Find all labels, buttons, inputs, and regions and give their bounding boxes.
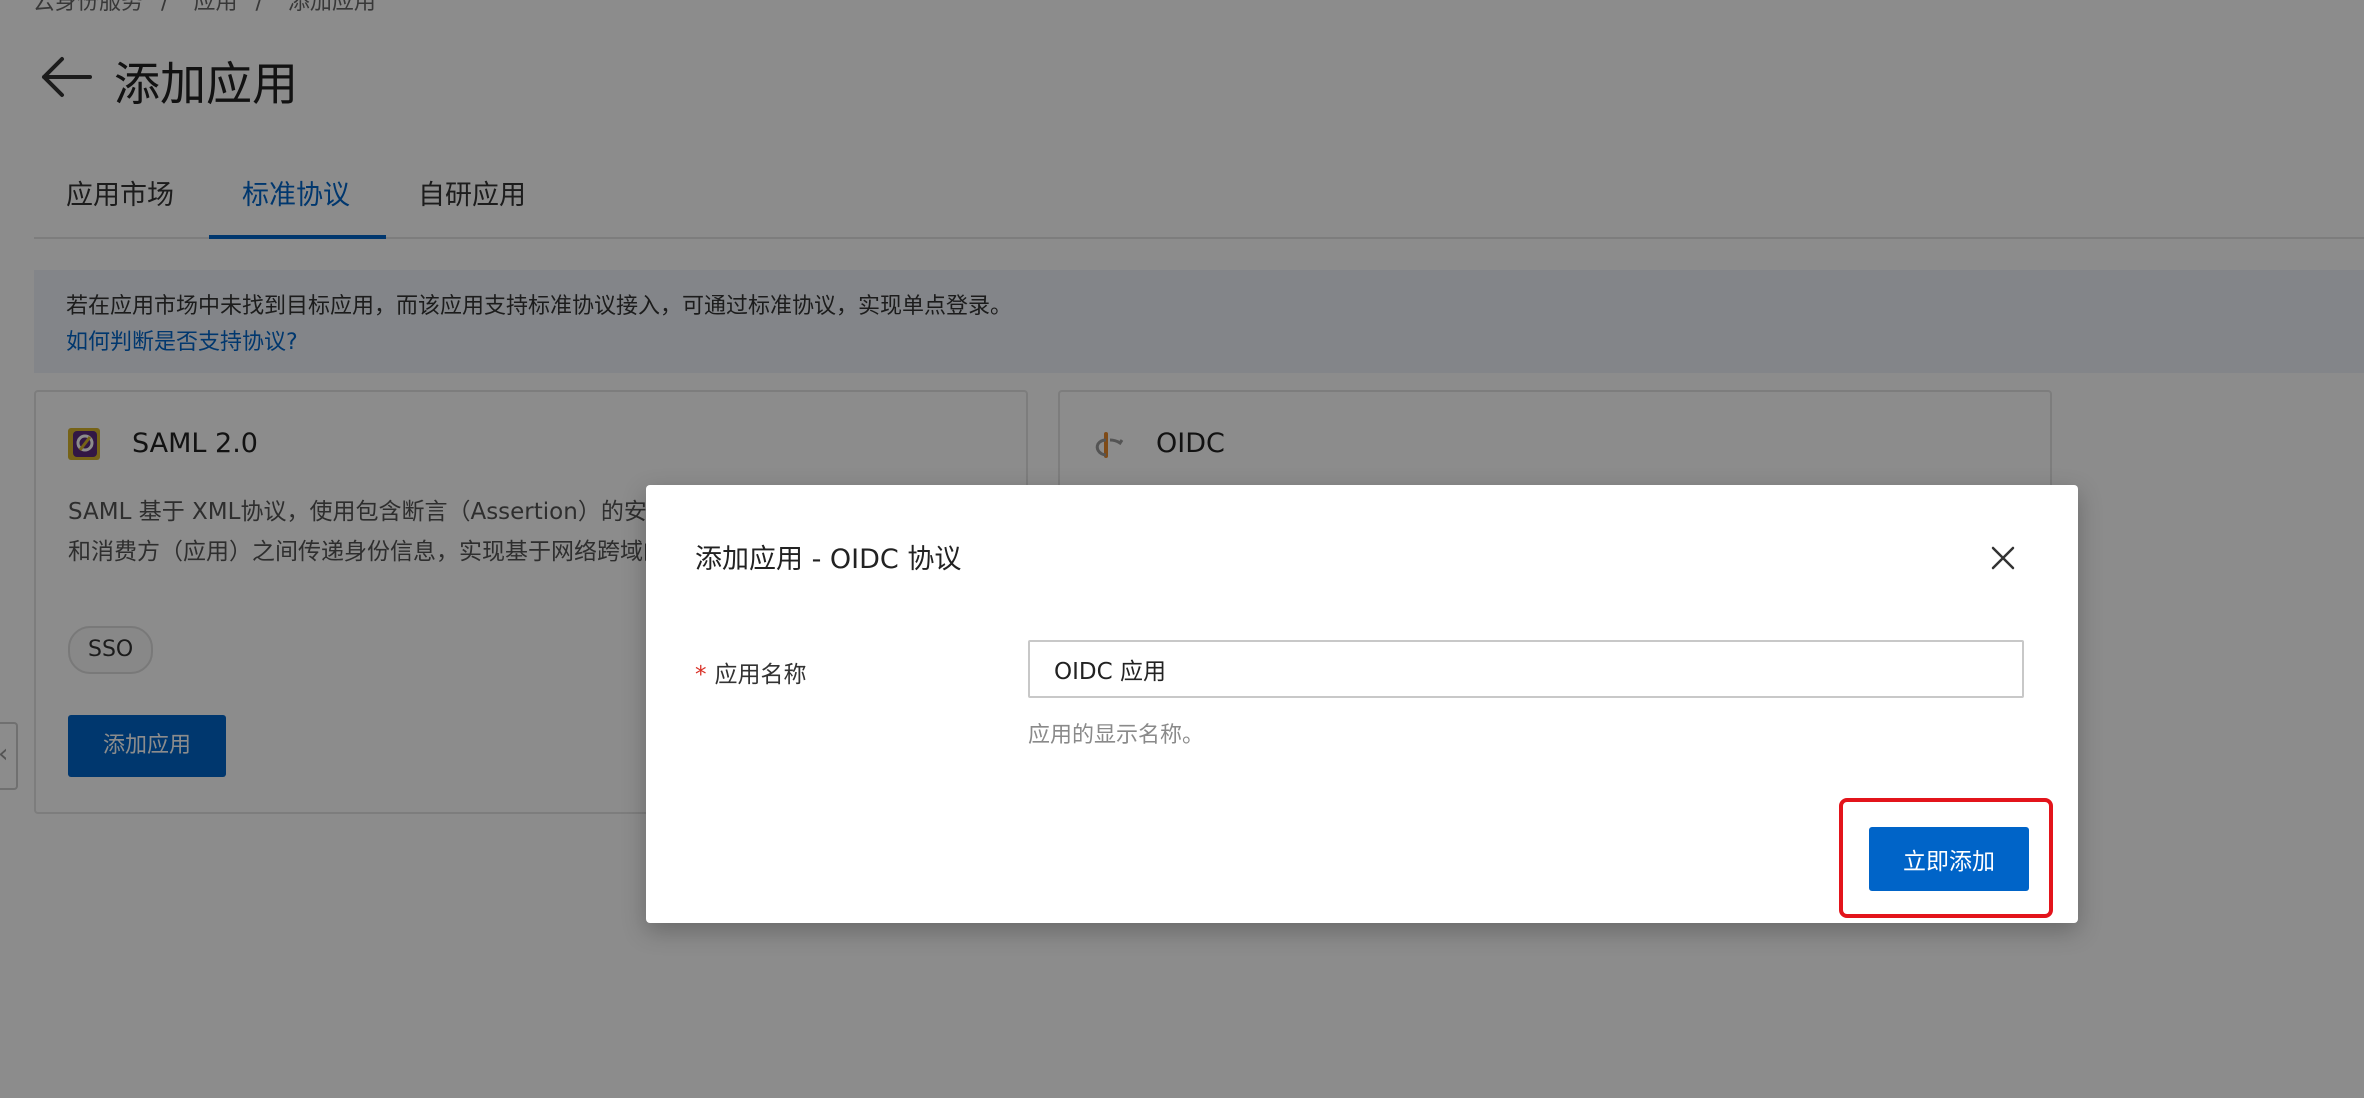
app-name-help: 应用的显示名称。 bbox=[1028, 723, 1205, 748]
highlight-box bbox=[1839, 798, 2053, 918]
dialog-title: 添加应用 - OIDC 协议 bbox=[695, 544, 962, 575]
add-app-dialog: 添加应用 - OIDC 协议 *应用名称 应用的显示名称。 立即添加 bbox=[646, 485, 2078, 923]
required-mark: * bbox=[695, 662, 707, 688]
app-name-label: * 应用名称 bbox=[695, 655, 807, 689]
field-label-text: 应用名称 bbox=[714, 662, 807, 688]
close-icon[interactable] bbox=[1990, 545, 2016, 571]
app-name-input[interactable] bbox=[1028, 640, 2024, 698]
